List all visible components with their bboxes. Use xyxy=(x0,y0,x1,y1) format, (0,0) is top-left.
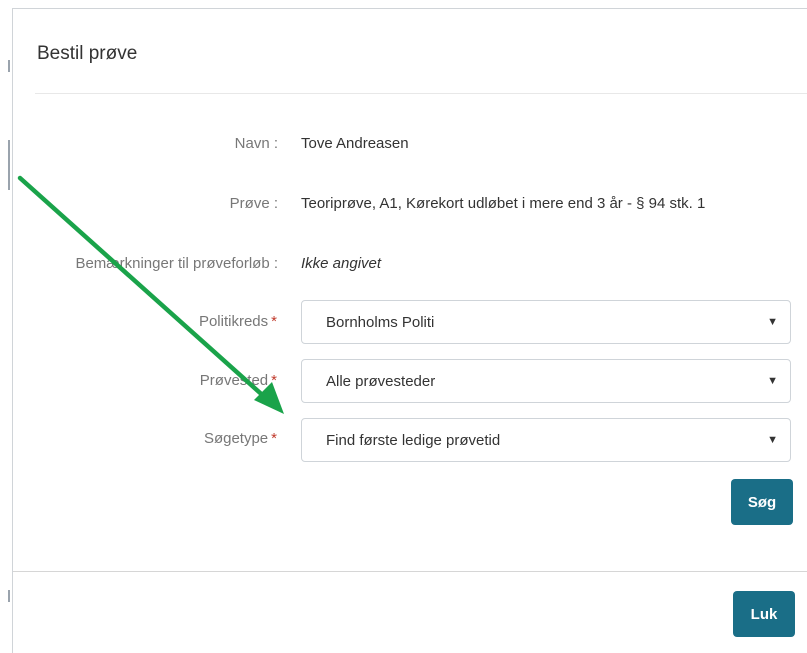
required-mark: * xyxy=(271,313,277,330)
name-label: Navn : xyxy=(234,135,278,152)
required-mark: * xyxy=(271,372,277,389)
caret-down-icon: ▼ xyxy=(767,316,778,328)
required-mark: * xyxy=(271,430,277,447)
police-district-select[interactable]: Bornholms Politi ▼ xyxy=(301,300,791,344)
test-site-value: Alle prøvesteder xyxy=(326,373,436,390)
search-type-value: Find første ledige prøvetid xyxy=(326,432,501,449)
close-button[interactable]: Luk xyxy=(733,591,795,637)
caret-down-icon: ▼ xyxy=(767,375,778,387)
remarks-row: Bemærkninger til prøveforløb : Ikke angi… xyxy=(13,255,807,275)
test-site-select[interactable]: Alle prøvesteder ▼ xyxy=(301,359,791,403)
test-label: Prøve : xyxy=(229,195,278,212)
header-divider xyxy=(35,93,807,94)
name-row: Navn : Tove Andreasen xyxy=(13,135,807,155)
police-district-label: Politikreds * xyxy=(199,313,277,330)
name-value: Tove Andreasen xyxy=(301,135,409,152)
test-site-label-text: Prøvested xyxy=(199,372,269,389)
remarks-value: Ikke angivet xyxy=(301,255,382,272)
backdrop-mark xyxy=(8,590,10,602)
search-type-select[interactable]: Find første ledige prøvetid ▼ xyxy=(301,418,791,462)
backdrop-mark xyxy=(8,140,10,190)
test-row: Prøve : Teoriprøve, A1, Kørekort udløbet… xyxy=(13,195,807,215)
police-district-value: Bornholms Politi xyxy=(326,314,435,331)
search-type-label-text: Søgetype xyxy=(203,430,269,447)
modal-title: Bestil prøve xyxy=(37,43,138,64)
search-type-label: Søgetype * xyxy=(204,430,277,447)
footer-divider xyxy=(13,571,807,572)
test-value: Teoriprøve, A1, Kørekort udløbet i mere … xyxy=(301,195,706,212)
police-district-label-text: Politikreds xyxy=(198,313,269,330)
caret-down-icon: ▼ xyxy=(767,434,778,446)
order-test-modal: Bestil prøve Navn : Tove Andreasen Prøve… xyxy=(12,8,807,653)
test-site-label: Prøvested * xyxy=(200,372,277,389)
backdrop-mark xyxy=(8,60,10,72)
backdrop-edge xyxy=(0,0,12,653)
search-button[interactable]: Søg xyxy=(731,479,793,525)
remarks-label: Bemærkninger til prøveforløb : xyxy=(75,255,278,272)
